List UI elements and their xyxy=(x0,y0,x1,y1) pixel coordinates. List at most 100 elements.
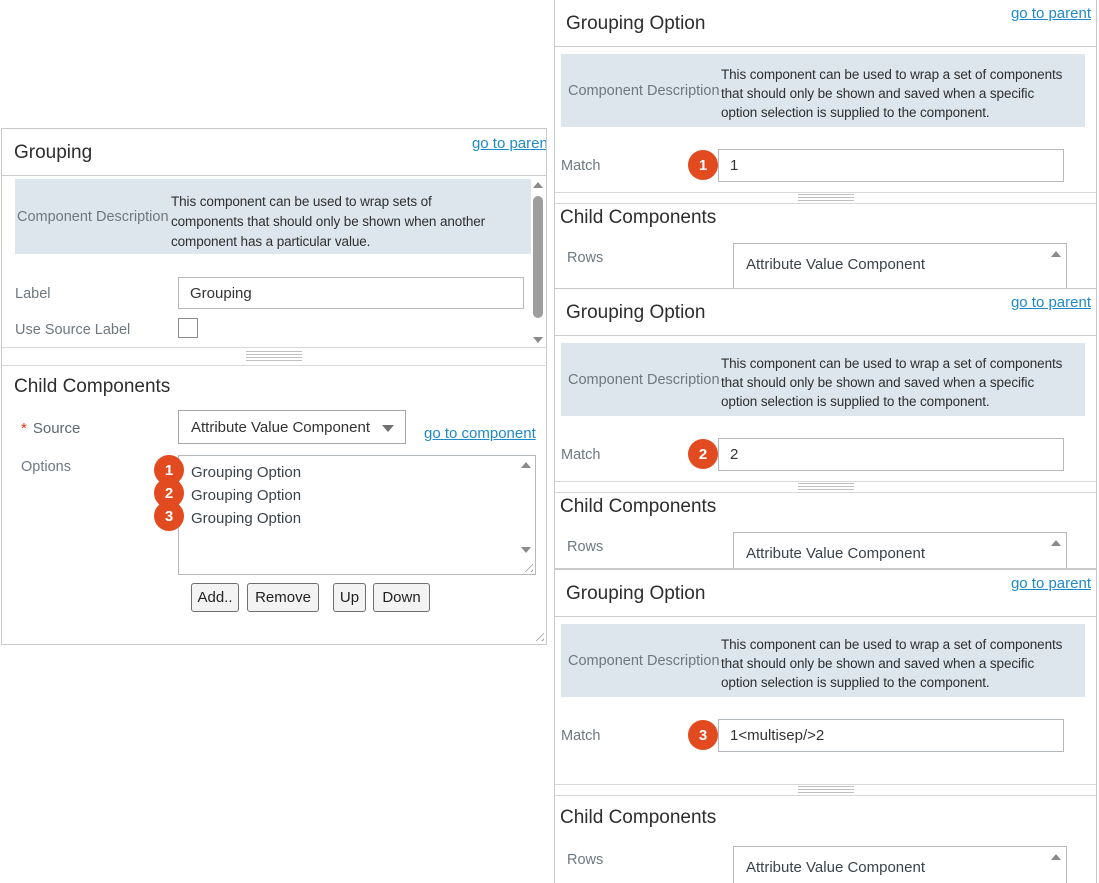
component-description-label: Component Description xyxy=(561,343,721,416)
description-line: This component can be used to wrap a set… xyxy=(721,635,1062,654)
list-item[interactable]: Attribute Value Component xyxy=(734,533,1066,562)
component-description-block: Component Description This component can… xyxy=(561,54,1085,127)
rows-field-label: Rows xyxy=(567,852,603,868)
list-item[interactable]: Grouping Option xyxy=(179,484,535,507)
source-select-value: Attribute Value Component xyxy=(191,419,370,436)
use-source-label-checkbox[interactable] xyxy=(178,318,198,338)
options-field-label: Options xyxy=(21,459,71,475)
annotation-badge-1: 1 xyxy=(688,150,718,180)
match-field-label: Match xyxy=(561,728,601,744)
component-description-block: Component Description This component can… xyxy=(561,624,1085,697)
splitter-line xyxy=(555,795,1096,796)
resize-grip-icon[interactable] xyxy=(521,560,533,572)
scroll-down-icon[interactable] xyxy=(521,547,531,553)
component-description-text: This component can be used to wrap a set… xyxy=(721,343,1062,416)
remove-button[interactable]: Remove xyxy=(247,583,319,612)
go-to-component-link[interactable]: go to component xyxy=(424,425,536,442)
grouping-option-panel-2: go to parent Grouping Option Component D… xyxy=(554,288,1097,569)
description-line: component has a particular value. xyxy=(171,232,485,252)
match-input[interactable] xyxy=(718,149,1064,182)
splitter-line xyxy=(555,481,1096,482)
go-to-parent-link[interactable]: go to parent xyxy=(1011,294,1091,311)
component-description-label: Component Description xyxy=(561,624,721,697)
label-input[interactable] xyxy=(178,277,524,309)
description-line: This component can be used to wrap a set… xyxy=(721,354,1062,373)
scroll-up-icon[interactable] xyxy=(533,182,543,188)
splitter-line xyxy=(555,784,1096,785)
use-source-label-label: Use Source Label xyxy=(15,322,130,338)
rows-field-label: Rows xyxy=(567,539,603,555)
go-to-parent-link[interactable]: go to parent xyxy=(1011,5,1091,22)
match-field-label: Match xyxy=(561,447,601,463)
scroll-down-icon[interactable] xyxy=(533,337,543,343)
list-item[interactable]: Attribute Value Component xyxy=(734,244,1066,273)
page-title: Grouping Option xyxy=(566,583,705,605)
description-line: that should only be shown and saved when… xyxy=(721,373,1062,392)
component-description-block: Component Description This component can… xyxy=(561,343,1085,416)
component-description-label: Component Description xyxy=(15,179,171,254)
description-line: components that should only be shown whe… xyxy=(171,212,485,232)
child-components-heading: Child Components xyxy=(560,207,716,229)
scrollbar-thumb[interactable] xyxy=(533,196,543,318)
options-listbox[interactable]: Grouping Option Grouping Option Grouping… xyxy=(178,455,536,575)
grouping-option-panel-1: go to parent Grouping Option Component D… xyxy=(554,0,1097,289)
add-button[interactable]: Add.. xyxy=(191,583,239,612)
match-field-label: Match xyxy=(561,158,601,174)
scroll-up-icon[interactable] xyxy=(1051,251,1061,257)
splitter-grip[interactable] xyxy=(246,351,302,361)
child-components-heading: Child Components xyxy=(14,376,170,398)
page-title: Grouping xyxy=(14,142,92,164)
splitter-line xyxy=(555,492,1096,493)
list-item[interactable]: Attribute Value Component xyxy=(734,847,1066,876)
rows-field-label: Rows xyxy=(567,250,603,266)
rows-listbox[interactable]: Attribute Value Component xyxy=(733,532,1067,569)
splitter-line xyxy=(555,203,1096,204)
source-select[interactable]: Attribute Value Component xyxy=(178,410,406,444)
annotation-badge-2: 2 xyxy=(688,439,718,469)
description-line: option selection is supplied to the comp… xyxy=(721,103,1062,122)
child-components-heading: Child Components xyxy=(560,807,716,829)
rows-listbox[interactable]: Attribute Value Component xyxy=(733,243,1067,289)
splitter-line xyxy=(2,347,546,348)
annotation-badge-3: 3 xyxy=(688,720,718,750)
component-description-text: This component can be used to wrap a set… xyxy=(721,54,1062,127)
go-to-parent-link[interactable]: go to parent xyxy=(472,135,547,152)
list-item[interactable]: Grouping Option xyxy=(179,507,535,530)
chevron-down-icon xyxy=(382,425,394,432)
scroll-up-icon[interactable] xyxy=(1051,854,1061,860)
splitter-line xyxy=(2,365,546,366)
label-field-label: Label xyxy=(15,286,50,302)
grouping-option-panel-3: go to parent Grouping Option Component D… xyxy=(554,569,1097,883)
up-button[interactable]: Up xyxy=(333,583,366,612)
match-input[interactable] xyxy=(718,719,1064,752)
title-divider xyxy=(555,616,1096,617)
description-line: This component can be used to wrap sets … xyxy=(171,192,485,212)
description-line: This component can be used to wrap a set… xyxy=(721,65,1062,84)
match-input[interactable] xyxy=(718,438,1064,471)
source-field-label: *Source xyxy=(21,420,80,437)
component-description-block: Component Description This component can… xyxy=(15,179,531,254)
grouping-panel: go to parent Grouping Component Descript… xyxy=(1,128,547,645)
description-line: option selection is supplied to the comp… xyxy=(721,673,1062,692)
title-divider xyxy=(2,175,546,176)
scroll-up-icon[interactable] xyxy=(521,462,531,468)
description-line: that should only be shown and saved when… xyxy=(721,84,1062,103)
description-line: option selection is supplied to the comp… xyxy=(721,392,1062,411)
child-components-heading: Child Components xyxy=(560,496,716,518)
rows-listbox[interactable]: Attribute Value Component xyxy=(733,846,1067,883)
go-to-parent-link[interactable]: go to parent xyxy=(1011,575,1091,592)
down-button[interactable]: Down xyxy=(373,583,430,612)
page-title: Grouping Option xyxy=(566,302,705,324)
resize-grip-icon[interactable] xyxy=(532,629,544,641)
annotation-badge-1: 1 xyxy=(154,455,184,485)
description-line: that should only be shown and saved when… xyxy=(721,654,1062,673)
required-marker: * xyxy=(21,420,27,437)
component-description-text: This component can be used to wrap a set… xyxy=(721,624,1062,697)
vertical-scrollbar[interactable] xyxy=(530,179,547,346)
scroll-up-icon[interactable] xyxy=(1051,540,1061,546)
component-description-label: Component Description xyxy=(561,54,721,127)
splitter-line xyxy=(555,192,1096,193)
title-divider xyxy=(555,46,1096,47)
list-item[interactable]: Grouping Option xyxy=(179,461,535,484)
screenshot-canvas: go to parent Grouping Component Descript… xyxy=(0,0,1099,883)
